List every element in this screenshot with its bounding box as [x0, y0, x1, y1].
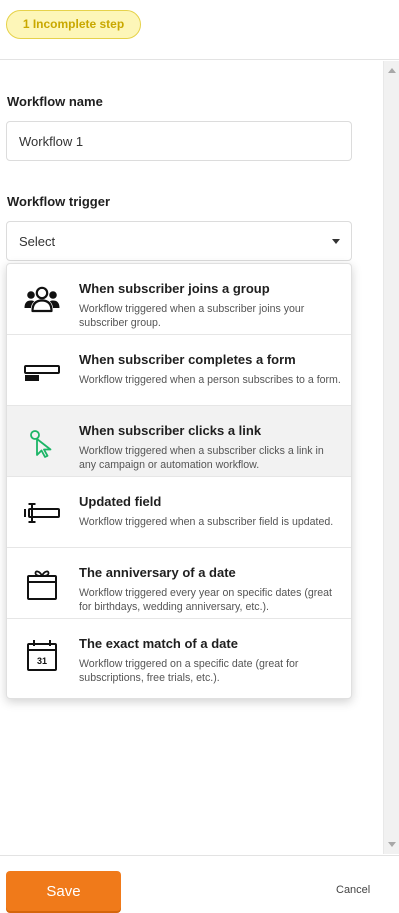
cursor-click-icon [23, 426, 61, 458]
trigger-option-clicks-link[interactable]: When subscriber clicks a link Workflow t… [7, 406, 351, 477]
option-description: Workflow triggered every year on specifi… [79, 587, 332, 613]
workflow-name-label: Workflow name [7, 94, 103, 109]
option-title: The exact match of a date [79, 636, 238, 651]
trigger-select-value: Select [19, 234, 56, 249]
scroll-down-arrow[interactable] [388, 842, 396, 847]
option-description: Workflow triggered when a subscriber joi… [79, 303, 305, 329]
trigger-dropdown-menu: When subscriber joins a group Workflow t… [6, 263, 352, 699]
footer-bar: Save Cancel [0, 855, 399, 913]
option-title: The anniversary of a date [79, 565, 236, 580]
trigger-option-updated-field[interactable]: Updated field Workflow triggered when a … [7, 477, 351, 548]
status-badge: 1 Incomplete step [6, 10, 141, 39]
workflow-trigger-select[interactable]: Select [6, 221, 352, 261]
trigger-option-joins-group[interactable]: When subscriber joins a group Workflow t… [7, 264, 351, 335]
save-button[interactable]: Save [6, 871, 121, 911]
option-description: Workflow triggered when a subscriber cli… [79, 445, 324, 471]
trigger-option-anniversary-date[interactable]: The anniversary of a date Workflow trigg… [7, 548, 351, 619]
option-description: Workflow triggered when a person subscri… [79, 374, 341, 386]
chevron-down-icon [332, 239, 340, 244]
cancel-link[interactable]: Cancel [336, 884, 370, 896]
option-description: Workflow triggered when a subscriber fie… [79, 516, 334, 528]
option-title: When subscriber clicks a link [79, 423, 262, 438]
workflow-name-input[interactable] [6, 121, 352, 161]
trigger-option-completes-form[interactable]: When subscriber completes a form Workflo… [7, 335, 351, 406]
option-title: Updated field [79, 494, 162, 509]
option-title: When subscriber joins a group [79, 281, 270, 296]
workflow-trigger-label: Workflow trigger [7, 194, 111, 209]
scrollbar[interactable] [383, 61, 399, 854]
group-icon [23, 284, 61, 316]
option-title: When subscriber completes a form [79, 352, 296, 367]
calendar-day-number: 31 [37, 656, 47, 666]
text-field-icon [23, 497, 61, 529]
gift-calendar-icon [23, 568, 61, 600]
top-bar: 1 Incomplete step [0, 0, 399, 60]
option-description: Workflow triggered on a specific date (g… [79, 658, 299, 684]
calendar-icon: 31 [23, 639, 61, 671]
trigger-option-exact-date[interactable]: 31 The exact match of a date Workflow tr… [7, 619, 351, 690]
scroll-up-arrow[interactable] [388, 68, 396, 73]
form-icon [23, 355, 61, 387]
